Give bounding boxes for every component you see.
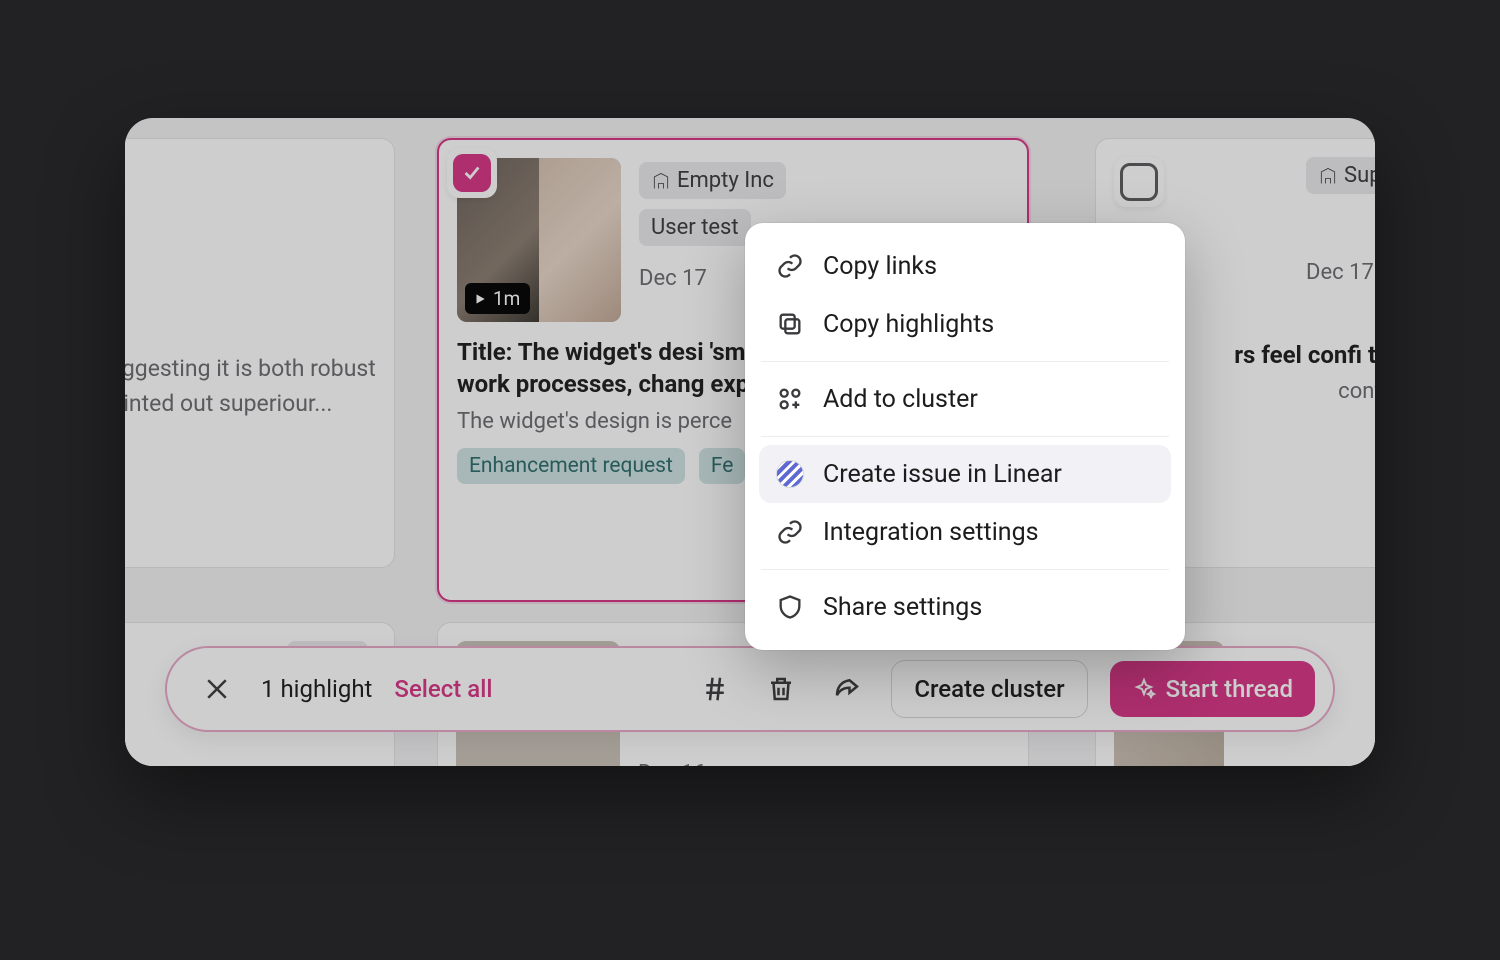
play-badge: 1m [465, 283, 530, 314]
card-date: 7 [125, 257, 376, 282]
context-menu: Copy links Copy highlights Add to cluste… [745, 223, 1185, 650]
start-thread-button[interactable]: Start thread [1110, 661, 1315, 717]
building-icon [1318, 166, 1338, 186]
select-checkbox[interactable] [447, 148, 497, 198]
shield-icon [775, 592, 805, 622]
company-chip: Super [1306, 157, 1375, 194]
sparkle-icon [1132, 677, 1156, 701]
select-all-link[interactable]: Select all [394, 675, 492, 703]
play-icon [473, 292, 487, 306]
selection-actionbar: 1 highlight Select all Create cluster St… [165, 646, 1335, 732]
cluster-icon [775, 384, 805, 414]
linear-icon [775, 459, 805, 489]
link-chain-icon [775, 517, 805, 547]
close-button[interactable] [195, 667, 239, 711]
close-icon [202, 674, 232, 704]
card-date: Dec 17 [1306, 260, 1375, 285]
check-icon [461, 162, 483, 184]
card-body: nce under high workloads ggesting it is … [125, 352, 376, 421]
selection-count: 1 highlight [261, 675, 372, 703]
menu-add-to-cluster[interactable]: Add to cluster [759, 370, 1171, 428]
usertest-chip: User test [639, 209, 751, 246]
company-chip: Empty Inc [639, 162, 786, 199]
highlight-card-left[interactable]: ddy's burgers terview with Sarah,... 7 n… [125, 138, 395, 568]
create-cluster-button[interactable]: Create cluster [891, 660, 1087, 718]
card-date: Dec 16 [638, 761, 706, 766]
menu-separator [761, 361, 1169, 362]
building-icon [651, 171, 671, 191]
tag-fe[interactable]: Fe [699, 448, 746, 484]
menu-copy-links[interactable]: Copy links [759, 237, 1171, 295]
tag-enhancement[interactable]: Enhancement request [457, 448, 685, 484]
menu-create-linear-issue[interactable]: Create issue in Linear [759, 445, 1171, 503]
share-button[interactable] [825, 667, 869, 711]
hash-icon [700, 674, 730, 704]
delete-button[interactable] [759, 667, 803, 711]
trash-icon [766, 674, 796, 704]
menu-integration-settings[interactable]: Integration settings [759, 503, 1171, 561]
menu-separator [761, 569, 1169, 570]
tag-button[interactable] [693, 667, 737, 711]
menu-separator [761, 436, 1169, 437]
link-icon [775, 251, 805, 281]
content-panel: ddy's burgers terview with Sarah,... 7 n… [125, 118, 1375, 766]
share-arrow-icon [832, 674, 862, 704]
menu-copy-highlights[interactable]: Copy highlights [759, 295, 1171, 353]
copy-icon [775, 309, 805, 339]
select-checkbox[interactable] [1114, 157, 1164, 207]
menu-share-settings[interactable]: Share settings [759, 578, 1171, 636]
